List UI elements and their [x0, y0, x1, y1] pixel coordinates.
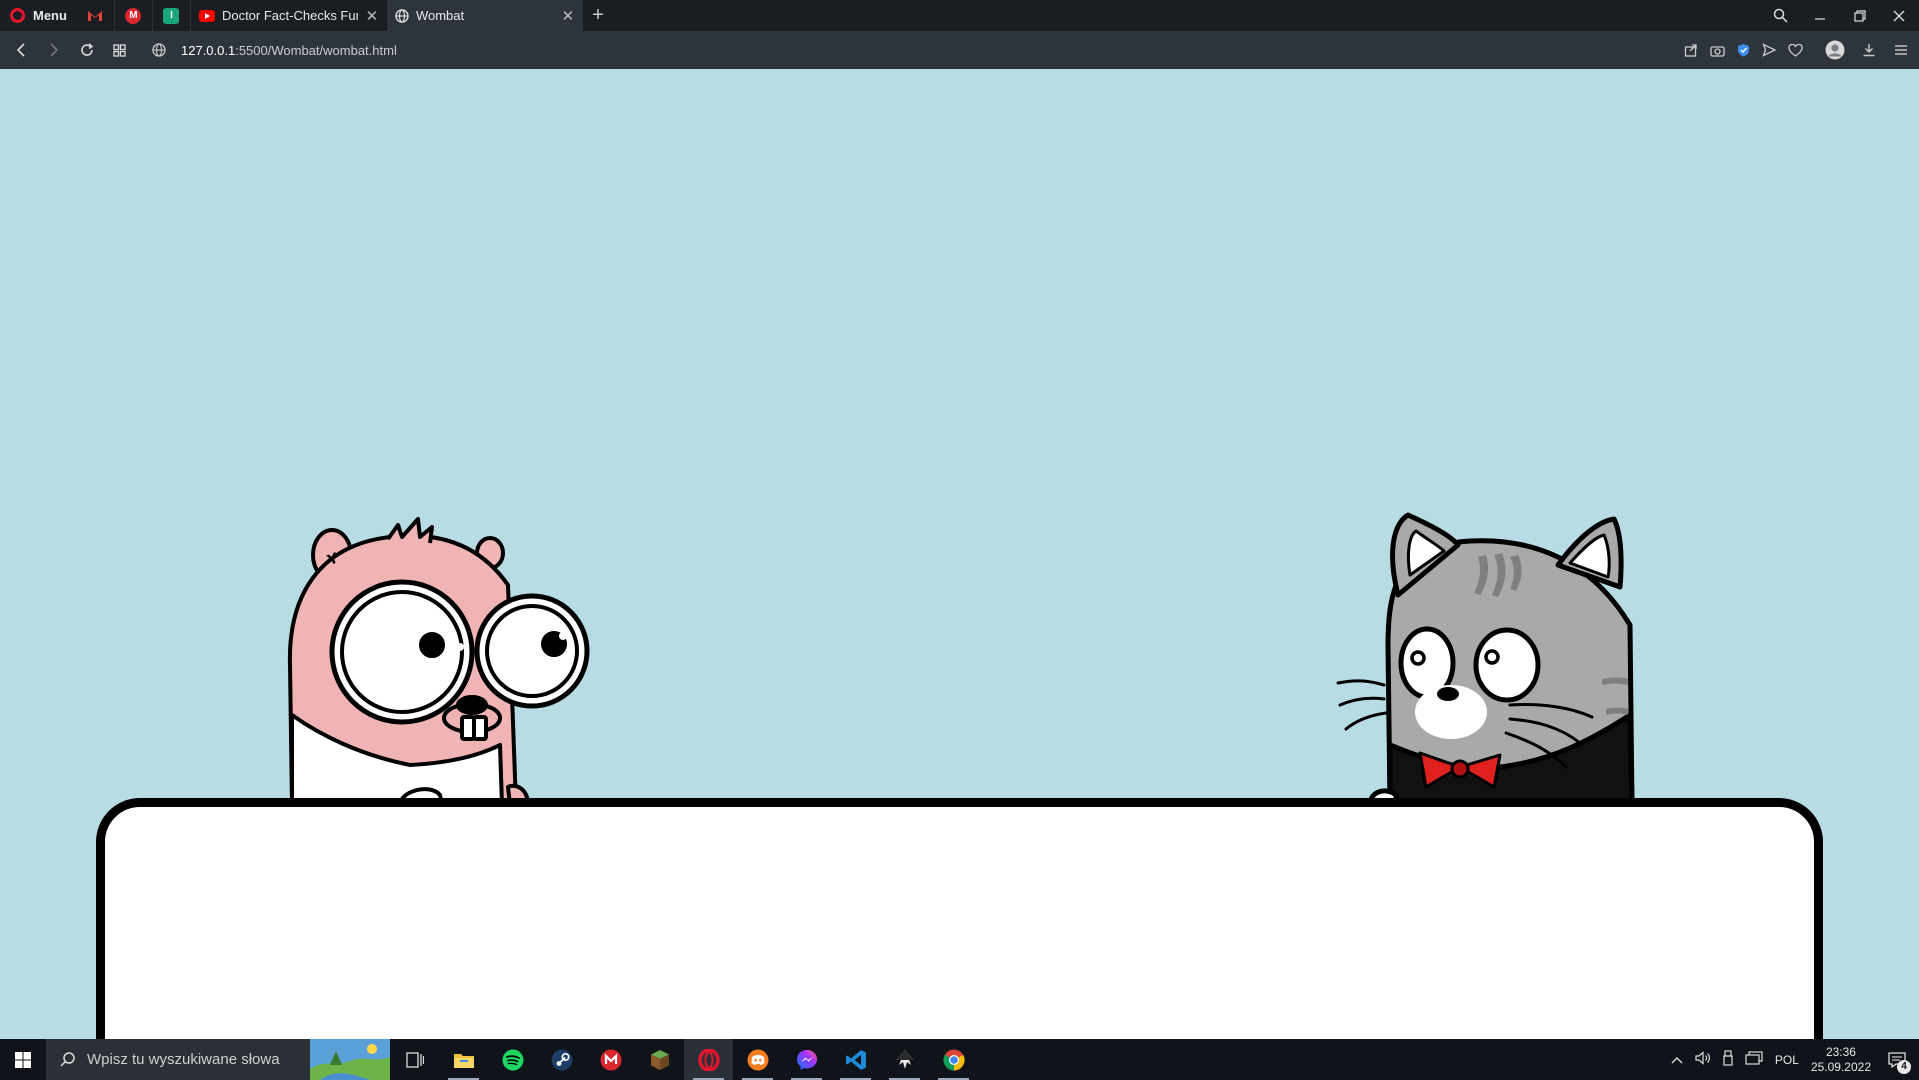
forward-button[interactable] [37, 31, 70, 69]
start-button[interactable] [0, 1039, 46, 1080]
vscode-icon [845, 1049, 866, 1070]
minecraft-icon [650, 1049, 669, 1070]
close-tab-icon[interactable]: ✕ [365, 7, 379, 25]
file-explorer-icon [453, 1053, 474, 1068]
search-placeholder: Wpisz tu wyszukiwane słowa [87, 1051, 280, 1068]
youtube-icon [198, 9, 215, 22]
messenger-icon [796, 1049, 817, 1070]
task-view-button[interactable] [390, 1039, 439, 1080]
taskbar-steam[interactable] [537, 1039, 586, 1080]
new-tab-button[interactable]: + [583, 0, 613, 31]
globe-icon [395, 8, 409, 23]
back-button[interactable] [4, 31, 37, 69]
clock-time: 23:36 [1825, 1044, 1856, 1059]
taskbar-file-explorer[interactable] [439, 1039, 488, 1080]
reload-icon [80, 43, 93, 56]
address-bar: 127.0.0.1:5500/Wombat/wombat.html [0, 31, 1919, 69]
taskbar-mega[interactable] [586, 1039, 635, 1080]
task-view-icon [405, 1051, 424, 1068]
search-highlight-art [310, 1039, 390, 1080]
forward-icon [49, 43, 58, 57]
taskbar-messenger[interactable] [782, 1039, 831, 1080]
mega-icon: M [125, 7, 142, 24]
taskbar-minecraft[interactable] [635, 1039, 684, 1080]
spotify-icon [502, 1049, 523, 1070]
clock-date: 25.09.2022 [1810, 1059, 1871, 1074]
tab-bar: Menu M I Doctor Fact-Checks Funnie ✕ Wom… [0, 0, 1919, 31]
profile-avatar-icon[interactable] [1823, 31, 1847, 69]
close-tab-icon[interactable]: ✕ [561, 7, 575, 25]
opera-logo-icon [10, 8, 25, 23]
close-window-icon[interactable] [1879, 0, 1919, 31]
chrome-icon [942, 1049, 965, 1070]
opera-icon [697, 1048, 720, 1071]
menu-label: Menu [33, 8, 67, 23]
search-tabs-icon[interactable] [1760, 0, 1800, 31]
reload-button[interactable] [70, 31, 103, 69]
heart-icon[interactable] [1785, 31, 1805, 69]
page-canvas: Y [0, 69, 1919, 1039]
tab-wombat[interactable]: Wombat ✕ [386, 0, 583, 31]
restore-icon[interactable] [1840, 0, 1880, 31]
share-icon[interactable] [1681, 31, 1701, 69]
url-host: 127.0.0.1 [181, 42, 236, 58]
globe-icon [151, 43, 166, 57]
url-field[interactable]: 127.0.0.1:5500/Wombat/wombat.html [181, 43, 397, 58]
taskbar-vscode[interactable] [831, 1039, 880, 1080]
inkscape-icon [895, 1049, 914, 1069]
mega-icon [600, 1049, 621, 1070]
pinned-tab-gmail[interactable] [77, 0, 115, 31]
download-icon[interactable] [1859, 31, 1879, 69]
taskbar-chrome[interactable] [929, 1039, 978, 1080]
vpn-shield-icon[interactable] [1733, 31, 1753, 69]
discord-icon [747, 1049, 768, 1070]
speech-board [96, 798, 1823, 1039]
camera-icon[interactable] [1707, 31, 1727, 69]
keep-icon: I [163, 7, 180, 24]
tab-youtube[interactable]: Doctor Fact-Checks Funnie ✕ [191, 0, 387, 31]
steam-icon [551, 1049, 572, 1070]
taskbar-opera[interactable] [684, 1039, 733, 1080]
back-icon [16, 43, 25, 57]
notification-center-button[interactable]: 4 [1883, 1046, 1911, 1074]
windows-logo-icon [15, 1051, 31, 1068]
pinned-tab-mega[interactable]: M [115, 0, 153, 31]
usb-device-icon[interactable] [1723, 1050, 1733, 1069]
easy-setup-icon[interactable] [1891, 31, 1911, 69]
tab-title: Wombat [415, 8, 465, 23]
system-tray: POL 23:36 25.09.2022 4 [1671, 1039, 1919, 1080]
clock[interactable]: 23:36 25.09.2022 [1811, 1045, 1871, 1075]
pinned-tab-keep[interactable]: I [153, 0, 191, 31]
cat-illustration [1336, 512, 1635, 805]
minimize-icon[interactable] [1800, 0, 1840, 31]
tab-title: Doctor Fact-Checks Funnie [221, 8, 358, 23]
language-indicator[interactable]: POL [1775, 1053, 1799, 1067]
tab-snapshot-button[interactable] [103, 31, 136, 69]
chevron-up-icon[interactable] [1671, 1053, 1683, 1067]
volume-icon[interactable] [1695, 1051, 1711, 1068]
notification-count-badge: 4 [1897, 1059, 1911, 1074]
site-info-button[interactable] [142, 31, 175, 69]
url-path: :5500/Wombat/wombat.html [235, 42, 397, 58]
gmail-icon [88, 10, 103, 21]
network-icon[interactable] [1745, 1051, 1763, 1068]
taskbar-discord[interactable] [733, 1039, 782, 1080]
taskbar-search[interactable]: Wpisz tu wyszukiwane słowa [46, 1039, 390, 1080]
search-icon [60, 1052, 75, 1067]
windows-taskbar: Wpisz tu wyszukiwane słowa POL 23:36 25.… [0, 1039, 1919, 1080]
taskbar-inkscape[interactable] [880, 1039, 929, 1080]
send-icon[interactable] [1759, 31, 1779, 69]
hamster-illustration: Y [287, 517, 590, 805]
grid-icon [113, 43, 126, 57]
opera-menu-button[interactable]: Menu [0, 0, 77, 31]
taskbar-spotify[interactable] [488, 1039, 537, 1080]
